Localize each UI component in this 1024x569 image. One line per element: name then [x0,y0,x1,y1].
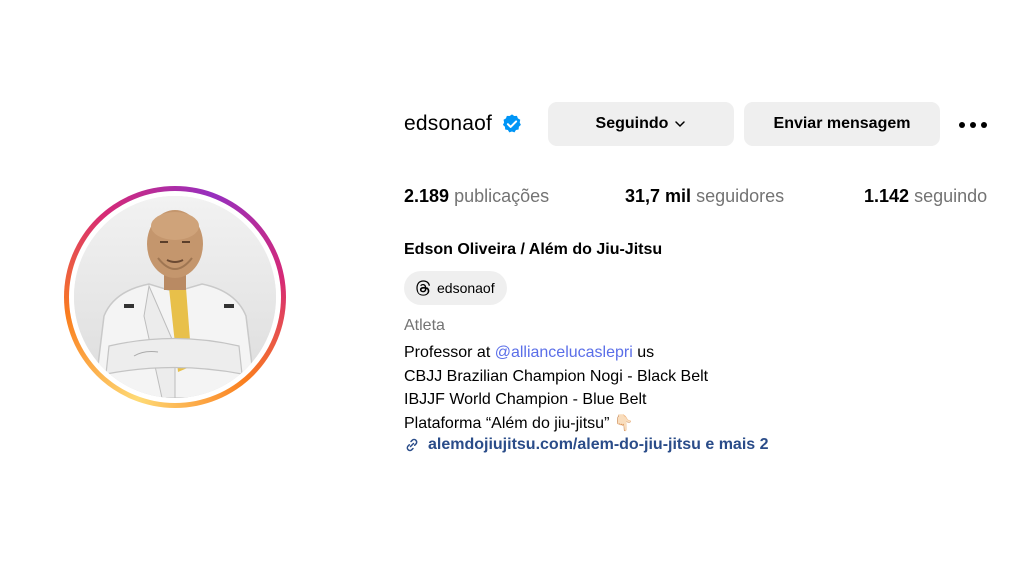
verified-badge-icon [501,113,523,135]
following-button-label: Seguindo [595,115,669,132]
profile-photo [74,196,276,398]
followers-label: seguidores [696,186,785,206]
bio: Professor at @alliancelucaslepri us CBJJ… [404,341,708,435]
avatar-gap [69,191,281,403]
bio-line-1-prefix: Professor at [404,344,495,361]
mention-link[interactable]: @alliancelucaslepri [495,344,633,361]
bio-line-3: IBJJF World Champion - Blue Belt [404,391,647,408]
send-message-button[interactable]: Enviar mensagem [744,102,940,146]
avatar[interactable] [74,196,276,398]
link-icon [406,438,418,452]
following-label: seguindo [914,186,988,206]
following-value: 1.142 [864,186,910,206]
posts-label: publicações [454,186,550,206]
posts-value: 2.189 [404,186,450,206]
username: edsonaof [404,112,493,135]
following-button[interactable]: Seguindo [548,102,734,146]
bio-line-2: CBJJ Brazilian Champion Nogi - Black Bel… [404,367,709,385]
posts-count: 2.189 publicações [404,186,549,207]
category-label: Atleta [404,317,445,334]
bio-line-1: Professor at @alliancelucaslepri us [404,341,708,365]
following-count[interactable]: 1.142 seguindo [864,186,987,207]
followers-value: 31,7 mil [625,186,692,206]
more-options-icon[interactable] [953,110,993,140]
threads-username: edsonaof [437,280,495,296]
username-row: edsonaof [404,102,523,146]
followers-count[interactable]: 31,7 mil seguidores [625,186,784,207]
story-ring[interactable] [64,186,286,408]
bio-line-4: Plataforma “Além do jiu-jitsu” 👇🏻 [404,414,634,432]
external-link-text[interactable]: alemdojiujitsu.com/alem-do-jiu-jitsu e m… [428,436,769,454]
external-link[interactable]: alemdojiujitsu.com/alem-do-jiu-jitsu e m… [404,436,769,454]
threads-badge[interactable]: edsonaof [404,271,507,305]
send-message-button-label: Enviar mensagem [773,115,911,132]
chevron-down-icon [675,121,686,128]
bio-line-1-suffix: us [632,344,655,361]
full-name: Edson Oliveira / Além do Jiu-Jitsu [404,241,663,258]
threads-icon [416,280,431,296]
